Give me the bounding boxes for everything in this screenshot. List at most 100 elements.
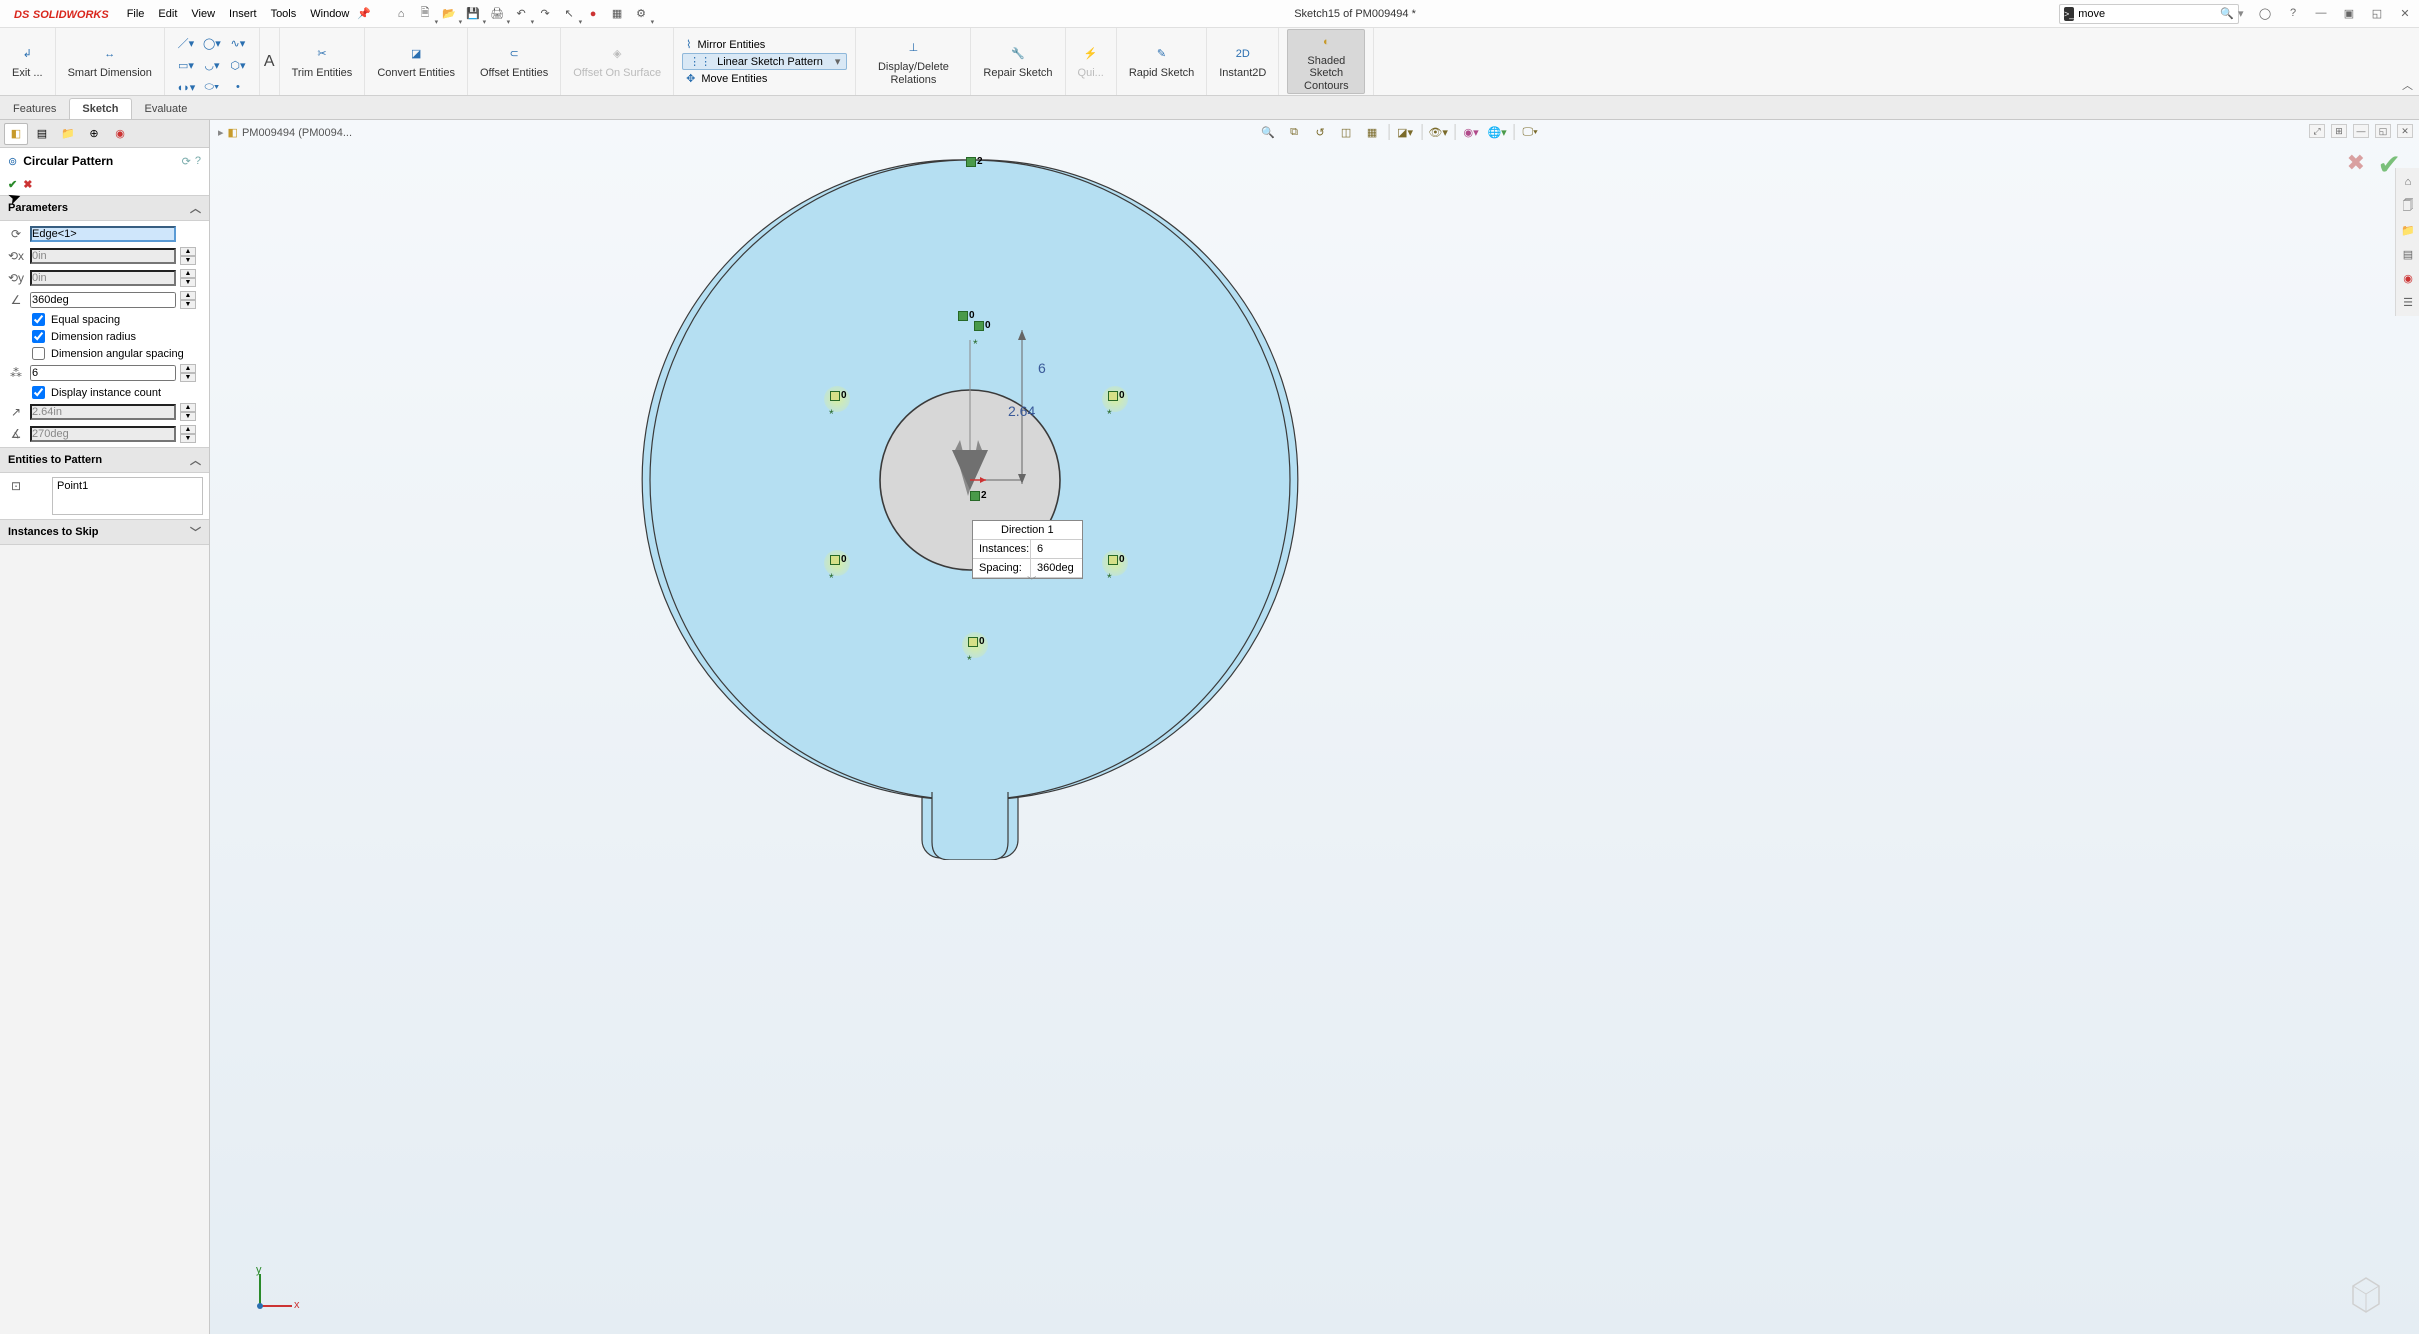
feature-tree-tab-icon[interactable]: ◧	[4, 123, 28, 145]
tab-sketch[interactable]: Sketch	[69, 98, 131, 119]
offset-x-spinner[interactable]: ▲▼	[180, 247, 196, 265]
menu-file[interactable]: File	[127, 8, 145, 20]
dimxpert-tab-icon[interactable]: ⊕	[82, 123, 106, 145]
search-input[interactable]	[2078, 8, 2220, 20]
offset-button[interactable]: ⊂ Offset Entities	[476, 41, 552, 81]
instances-spinner[interactable]: ▲▼	[180, 364, 196, 382]
accept-button[interactable]: ✔	[8, 178, 17, 191]
options-grid-icon[interactable]: ▦	[607, 4, 627, 24]
convert-button[interactable]: ◪ Convert Entities	[373, 41, 459, 81]
vp-close-icon[interactable]: ✕	[2397, 124, 2413, 138]
tab-evaluate[interactable]: Evaluate	[132, 98, 201, 119]
ellipse-icon[interactable]: ⬭▾	[205, 81, 220, 94]
dim-radius-row[interactable]: Dimension radius	[6, 330, 203, 343]
graphics-viewport[interactable]: ▸ ◧ PM009494 (PM0094... 🔍 ⧉ ↺ ◫ ▦ ◪▾ 👁▾ …	[210, 120, 2419, 1334]
entities-list[interactable]: Point1	[52, 477, 203, 515]
search-icon[interactable]: 🔍	[2220, 7, 2234, 20]
pattern-drop-icon[interactable]: ▾	[835, 55, 841, 68]
apply-scene-icon[interactable]: 🌐▾	[1487, 122, 1507, 142]
pattern-callout[interactable]: Direction 1 Instances: 6 Spacing: 360deg…	[972, 520, 1083, 579]
zoom-fit-icon[interactable]: 🔍	[1258, 122, 1278, 142]
marker-preview-5[interactable]: 0*	[968, 636, 985, 647]
marker-origin[interactable]: 2	[970, 490, 987, 501]
rail-properties-icon[interactable]: ☰	[2398, 292, 2418, 312]
select-icon[interactable]: ↖	[559, 4, 579, 24]
marker-seed-b[interactable]: 0 *	[974, 320, 991, 331]
dim-ang-row[interactable]: Dimension angular spacing	[6, 347, 203, 360]
entities-header[interactable]: Entities to Pattern ︿	[0, 447, 209, 473]
point-icon[interactable]: •	[236, 81, 240, 93]
menu-window[interactable]: Window	[310, 8, 349, 20]
text-icon[interactable]: A	[264, 53, 275, 71]
breadcrumb-text[interactable]: PM009494 (PM0094...	[242, 127, 352, 139]
marker-seed-a[interactable]: 0	[958, 310, 975, 321]
dim-radial[interactable]: 2.64	[1008, 403, 1035, 419]
display-style-icon[interactable]: ◪▾	[1395, 122, 1415, 142]
view-orient-icon[interactable]: ▦	[1362, 122, 1382, 142]
vp-link-icon[interactable]: ⤢	[2309, 124, 2325, 138]
offset-x-input[interactable]	[30, 248, 176, 264]
move-row[interactable]: ✥ Move Entities	[682, 70, 771, 87]
view-settings-icon[interactable]: 🖵▾	[1520, 122, 1540, 142]
vp-new-icon[interactable]: ⊞	[2331, 124, 2347, 138]
mirror-row[interactable]: ⌇ Mirror Entities	[682, 36, 769, 53]
redo-icon[interactable]: ↷	[535, 4, 555, 24]
relations-button[interactable]: ⊥ Display/Delete Relations	[864, 35, 962, 87]
rail-appearance-icon[interactable]: ◉	[2398, 268, 2418, 288]
rect-icon[interactable]: ▭▾	[178, 59, 194, 72]
dim-ang-checkbox[interactable]	[32, 347, 45, 360]
previous-view-icon[interactable]: ↺	[1310, 122, 1330, 142]
exit-sketch-button[interactable]: ↲ Exit ...	[8, 41, 47, 81]
config-tab-icon[interactable]: 📁	[56, 123, 80, 145]
search-drop-icon[interactable]: ▾	[2238, 7, 2244, 20]
axis-input[interactable]	[30, 226, 176, 242]
equal-spacing-row[interactable]: Equal spacing	[6, 313, 203, 326]
marker-preview-1[interactable]: 0*	[830, 390, 847, 401]
rail-library-icon[interactable]: 📁	[2398, 220, 2418, 240]
vp-min-icon[interactable]: —	[2353, 124, 2369, 138]
angle-spinner[interactable]: ▲▼	[180, 291, 196, 309]
rail-view-icon[interactable]: ▤	[2398, 244, 2418, 264]
menu-edit[interactable]: Edit	[158, 8, 177, 20]
property-tab-icon[interactable]: ▤	[30, 123, 54, 145]
arc-icon[interactable]: ◡▾	[204, 59, 219, 72]
rail-home-icon[interactable]: ⌂	[2398, 172, 2418, 192]
display-count-row[interactable]: Display instance count	[6, 386, 203, 399]
home-icon[interactable]: ⌂	[391, 4, 411, 24]
user-icon[interactable]: ◯	[2257, 7, 2273, 20]
offset-y-spinner[interactable]: ▲▼	[180, 269, 196, 287]
entity-item[interactable]: Point1	[57, 480, 198, 492]
slot-icon[interactable]: ◖◗▾	[177, 81, 196, 94]
shaded-contours-button[interactable]: ◐ Shaded Sketch Contours	[1287, 29, 1365, 93]
save-icon[interactable]: 💾	[463, 4, 483, 24]
rebuild-icon[interactable]: ●	[583, 4, 603, 24]
undo-icon[interactable]: ↶	[511, 4, 531, 24]
linear-pattern-row[interactable]: ⋮⋮ Linear Sketch Pattern ▾	[682, 53, 847, 70]
callout-spacing-value[interactable]: 360deg	[1031, 559, 1081, 577]
edit-appearance-icon[interactable]: ◉▾	[1461, 122, 1481, 142]
command-search[interactable]: >_ 🔍 ▾	[2059, 4, 2239, 24]
section-view-icon[interactable]: ◫	[1336, 122, 1356, 142]
callout-caret-icon[interactable]: ﹀	[1027, 574, 1036, 587]
marker-preview-2[interactable]: 0*	[1108, 390, 1125, 401]
radius-spinner[interactable]: ▲▼	[180, 403, 196, 421]
close-icon[interactable]: ✕	[2397, 7, 2413, 20]
menu-view[interactable]: View	[191, 8, 215, 20]
offset-y-input[interactable]	[30, 270, 176, 286]
instant2d-button[interactable]: 2D Instant2D	[1215, 41, 1270, 81]
equal-spacing-checkbox[interactable]	[32, 313, 45, 326]
pm-pin-icon[interactable]: ⟳	[182, 155, 191, 168]
line-icon[interactable]: ／▾	[178, 35, 195, 51]
trim-button[interactable]: ✂ Trim Entities	[288, 41, 357, 81]
flyout-tree[interactable]: ▸ ◧ PM009494 (PM0094...	[218, 126, 352, 139]
restore-icon[interactable]: ◱	[2369, 7, 2385, 20]
start-angle-spinner[interactable]: ▲▼	[180, 425, 196, 443]
start-angle-input[interactable]	[30, 426, 176, 442]
corner-cancel-icon[interactable]: ✖	[2347, 150, 2365, 176]
open-doc-icon[interactable]: 📂	[439, 4, 459, 24]
help-icon[interactable]: ?	[2285, 7, 2301, 20]
rail-resources-icon[interactable]: 🗍	[2398, 196, 2418, 216]
new-doc-icon[interactable]: 🗎	[415, 4, 435, 24]
tree-expand-icon[interactable]: ▸	[218, 126, 224, 139]
circle-icon[interactable]: ◯▾	[203, 37, 221, 50]
